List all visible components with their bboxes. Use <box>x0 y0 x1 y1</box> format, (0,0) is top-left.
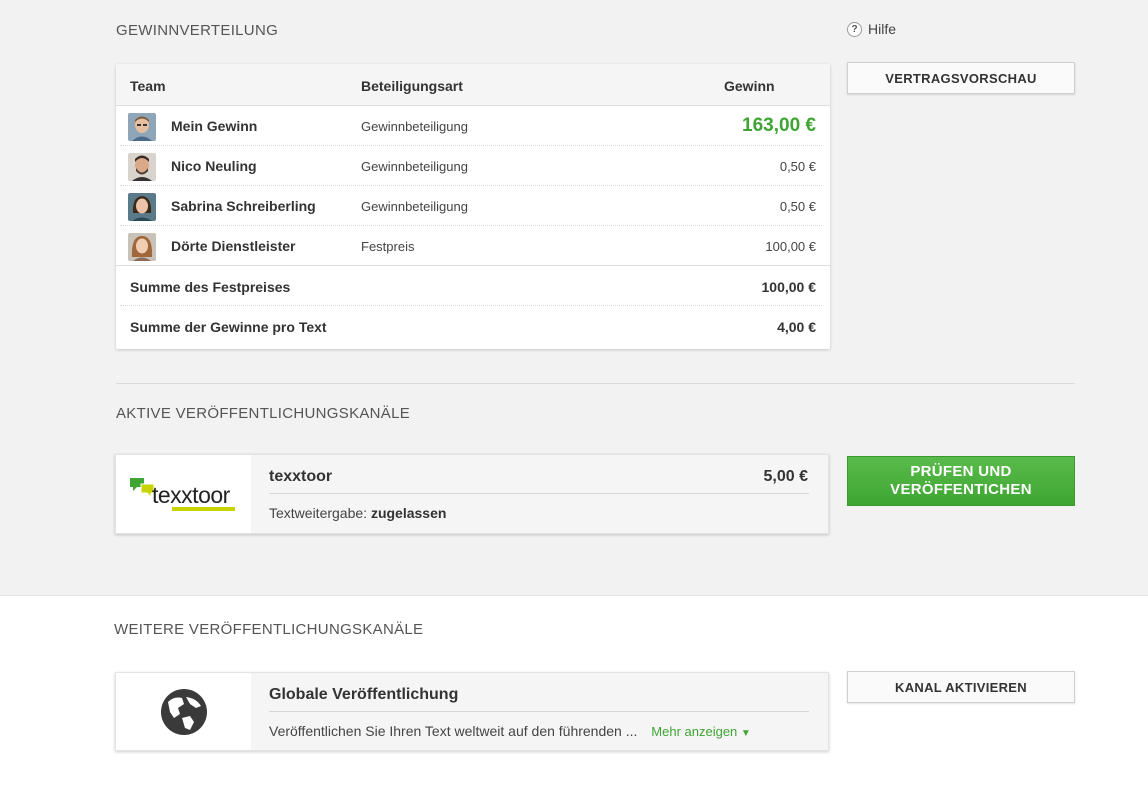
sum-row-fixed-price: Summe des Festpreises 100,00 € <box>116 266 830 306</box>
profit-section-title: GEWINNVERTEILUNG <box>116 22 279 39</box>
table-row: Sabrina Schreiberling Gewinnbeteiligung … <box>116 186 830 226</box>
help-label: Hilfe <box>868 21 897 37</box>
contract-preview-button[interactable]: VERTRAGSVORSCHAU <box>847 62 1075 94</box>
active-channels-title: AKTIVE VERÖFFENTLICHUNGSKANÄLE <box>116 405 411 422</box>
sum-label: Summe der Gewinne pro Text <box>130 319 327 335</box>
section-divider <box>116 383 1075 384</box>
show-more-link[interactable]: Mehr anzeigen ▼ <box>651 724 751 739</box>
publish-button[interactable]: PRÜFEN UND VERÖFFENTICHEN <box>847 456 1075 506</box>
globe-icon <box>116 673 251 750</box>
header-type: Beteiligungsart <box>361 78 463 94</box>
member-name: Sabrina Schreiberling <box>171 198 316 214</box>
sum-amount: 100,00 € <box>761 279 817 295</box>
sum-amount: 4,00 € <box>777 319 816 335</box>
sum-row-profit-per-text: Summe der Gewinne pro Text 4,00 € <box>116 306 830 346</box>
channel-card-global: Globale Veröffentlichung Veröffentlichen… <box>115 672 829 751</box>
member-name: Nico Neuling <box>171 158 257 174</box>
channel-description: Veröffentlichen Sie Ihren Text weltweit … <box>269 723 751 739</box>
avatar <box>128 233 156 261</box>
channel-title: texxtoor <box>269 468 333 485</box>
profit-amount: 163,00 € <box>742 115 816 136</box>
table-row: Dörte Dienstleister Festpreis 100,00 € <box>116 226 830 266</box>
channel-info: Textweitergabe: zugelassen <box>269 505 446 521</box>
profit-amount: 0,50 € <box>779 199 816 214</box>
participation-type: Gewinnbeteiligung <box>361 199 468 214</box>
sum-label: Summe des Festpreises <box>130 279 291 295</box>
info-label: Textweitergabe: <box>269 505 368 521</box>
help-link[interactable]: ? Hilfe <box>847 21 896 37</box>
table-row: Mein Gewinn Gewinnbeteiligung 163,00 € <box>116 106 830 146</box>
description-text: Veröffentlichen Sie Ihren Text weltweit … <box>269 723 638 739</box>
channel-title: Globale Veröffentlichung <box>269 686 459 703</box>
member-name: Dörte Dienstleister <box>171 238 296 254</box>
table-row: Nico Neuling Gewinnbeteiligung 0,50 € <box>116 146 830 186</box>
channel-price: 5,00 € <box>763 468 808 485</box>
activate-channel-button[interactable]: KANAL AKTIVIEREN <box>847 671 1075 703</box>
show-more-label: Mehr anzeigen <box>651 724 738 739</box>
channel-card-texxtoor: texxtoor texxtoor 5,00 € Textweitergabe:… <box>115 454 829 534</box>
channel-divider <box>269 711 809 712</box>
more-channels-title: WEITERE VERÖFFENTLICHUNGSKANÄLE <box>114 621 424 638</box>
participation-type: Festpreis <box>361 239 415 254</box>
question-icon: ? <box>847 21 862 37</box>
avatar <box>128 153 156 181</box>
table-header: Team Beteiligungsart Gewinn <box>116 64 830 106</box>
chevron-down-icon: ▼ <box>740 728 751 739</box>
avatar <box>128 193 156 221</box>
profit-amount: 0,50 € <box>779 159 816 174</box>
logo-wordmark: texxtoor <box>152 482 231 508</box>
participation-type: Gewinnbeteiligung <box>361 159 468 174</box>
profit-table: Team Beteiligungsart Gewinn Mein Gewinn … <box>116 64 830 349</box>
channel-divider <box>269 493 809 494</box>
member-name: Mein Gewinn <box>171 118 258 134</box>
publish-button-label: PRÜFEN UND VERÖFFENTICHEN <box>890 463 1032 498</box>
info-value: zugelassen <box>370 505 447 521</box>
header-profit: Gewinn <box>724 78 775 94</box>
avatar <box>128 113 156 141</box>
texxtoor-logo: texxtoor <box>116 455 251 533</box>
header-team: Team <box>130 78 166 94</box>
profit-amount: 100,00 € <box>765 239 816 254</box>
participation-type: Gewinnbeteiligung <box>361 119 468 134</box>
